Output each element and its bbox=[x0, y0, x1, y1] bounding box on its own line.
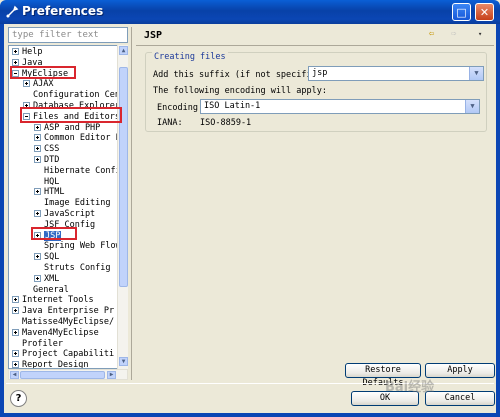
expand-icon[interactable] bbox=[12, 328, 19, 336]
iana-value: ISO-8859-1 bbox=[200, 118, 252, 128]
expand-icon[interactable] bbox=[12, 58, 19, 66]
tree-vertical-scrollbar[interactable]: ▲ ▼ bbox=[117, 45, 128, 369]
tree-viewport: Help Java MyEclipse AJAX Configuration Cent D… bbox=[9, 46, 119, 368]
expand-icon[interactable] bbox=[34, 156, 41, 163]
tree-item-label: DTD bbox=[44, 155, 60, 165]
expand-icon[interactable] bbox=[12, 48, 19, 55]
scroll-up-arrow-icon[interactable]: ▲ bbox=[119, 46, 128, 55]
tree-item-label: Report Design bbox=[22, 360, 89, 368]
tree-item-label: AJAX bbox=[33, 79, 54, 90]
tree-item-label: Maven4MyEclipse bbox=[22, 327, 99, 338]
tree-item-label: Common Editor P bbox=[44, 133, 119, 144]
expand-icon[interactable] bbox=[34, 123, 41, 131]
suffix-combo[interactable]: jsp ▼ bbox=[308, 66, 484, 81]
window-frame-right bbox=[496, 24, 500, 417]
header-divider bbox=[136, 45, 494, 46]
tree-item-label: Internet Tools bbox=[22, 295, 94, 306]
filter-input[interactable]: type filter text bbox=[8, 27, 128, 43]
tree-item-label: CSS bbox=[44, 144, 60, 155]
expand-icon[interactable] bbox=[12, 361, 19, 368]
cancel-button[interactable]: Cancel bbox=[425, 391, 495, 406]
panel-sash[interactable] bbox=[131, 27, 132, 380]
tree-horizontal-scrollbar[interactable]: ◀ ▶ bbox=[8, 369, 128, 380]
highlight-files-and-editors bbox=[20, 107, 122, 123]
highlight-myeclipse bbox=[10, 66, 76, 79]
encoding-combo[interactable]: ISO Latin-1 ▼ bbox=[200, 99, 480, 114]
maximize-button[interactable]: □ bbox=[452, 3, 471, 21]
group-title: Creating files bbox=[152, 52, 228, 62]
tree-item-label: Matisse4MyEclipse/ bbox=[22, 317, 115, 327]
suffix-label: Add this suffix (if not specified): bbox=[153, 70, 333, 80]
window-frame-left bbox=[0, 24, 4, 417]
preferences-app-icon bbox=[6, 5, 19, 18]
expand-icon[interactable] bbox=[12, 307, 19, 315]
tree-item-label: Help bbox=[22, 47, 43, 57]
preferences-tree[interactable]: Help Java MyEclipse AJAX Configuration Cent D… bbox=[8, 45, 128, 369]
close-button[interactable]: ✕ bbox=[475, 3, 494, 21]
title-bar: Preferences □ ✕ bbox=[0, 0, 500, 24]
expand-icon[interactable] bbox=[34, 274, 41, 282]
iana-label: IANA: bbox=[157, 118, 183, 128]
tree-item-label: HTML bbox=[44, 187, 65, 198]
expand-icon[interactable] bbox=[12, 296, 19, 304]
tree-item-label: Profiler bbox=[22, 338, 63, 349]
chevron-down-icon[interactable]: ▼ bbox=[465, 100, 479, 113]
scroll-down-arrow-icon[interactable]: ▼ bbox=[119, 357, 128, 366]
scroll-right-arrow-icon[interactable]: ▶ bbox=[107, 371, 116, 379]
tree-item-label: Configuration Cent bbox=[33, 90, 119, 101]
tree-item-label: JavaScript bbox=[44, 209, 96, 219]
expand-icon[interactable] bbox=[34, 253, 41, 261]
tree-item-label: Hibernate Confi bbox=[44, 165, 119, 176]
suffix-value: jsp bbox=[312, 68, 328, 78]
tree-item-label: ASP and PHP bbox=[44, 122, 101, 133]
highlight-jsp bbox=[31, 227, 77, 240]
tree-item-label: XML bbox=[44, 273, 60, 284]
scroll-thumb-horizontal[interactable] bbox=[20, 371, 105, 379]
encoding-label: Encoding: bbox=[157, 103, 204, 113]
window-title: Preferences bbox=[22, 4, 104, 18]
forward-arrow-icon[interactable]: ⇨ bbox=[451, 29, 456, 39]
encoding-value: ISO Latin-1 bbox=[204, 101, 261, 111]
tree-item-label: Java Enterprise Pr bbox=[22, 306, 115, 317]
scroll-left-arrow-icon[interactable]: ◀ bbox=[10, 371, 19, 379]
view-menu-chevron-down-icon[interactable]: ▾ bbox=[478, 29, 482, 39]
tree-item-label: General bbox=[33, 284, 69, 295]
page-title: JSP bbox=[144, 30, 163, 41]
tree-item-label: HQL bbox=[44, 176, 60, 187]
scroll-thumb[interactable] bbox=[119, 67, 128, 287]
expand-icon[interactable] bbox=[12, 350, 19, 358]
chevron-down-icon[interactable]: ▼ bbox=[469, 67, 483, 80]
window-frame-bottom bbox=[0, 413, 500, 417]
encoding-note: The following encoding will apply: bbox=[153, 86, 327, 96]
expand-icon[interactable] bbox=[34, 145, 41, 153]
tree-item-label: Spring Web Flow bbox=[44, 241, 119, 252]
tree-item-label: Project Capabiliti bbox=[22, 349, 115, 360]
page-header: JSP ⇦ ⇨ ▾ bbox=[136, 25, 494, 44]
watermark: Bai经验 bbox=[385, 380, 435, 395]
tree-item-label: Image Editing bbox=[44, 198, 111, 209]
expand-icon[interactable] bbox=[34, 188, 41, 196]
tree-item-label: Struts Config bbox=[44, 263, 111, 273]
tree-item-label: SQL bbox=[44, 252, 60, 263]
expand-icon[interactable] bbox=[34, 210, 41, 217]
apply-button[interactable]: Apply bbox=[425, 363, 495, 378]
expand-icon[interactable] bbox=[23, 80, 30, 88]
back-arrow-icon[interactable]: ⇦ bbox=[429, 29, 434, 39]
help-icon[interactable]: ? bbox=[10, 390, 27, 407]
expand-icon[interactable] bbox=[34, 134, 41, 142]
